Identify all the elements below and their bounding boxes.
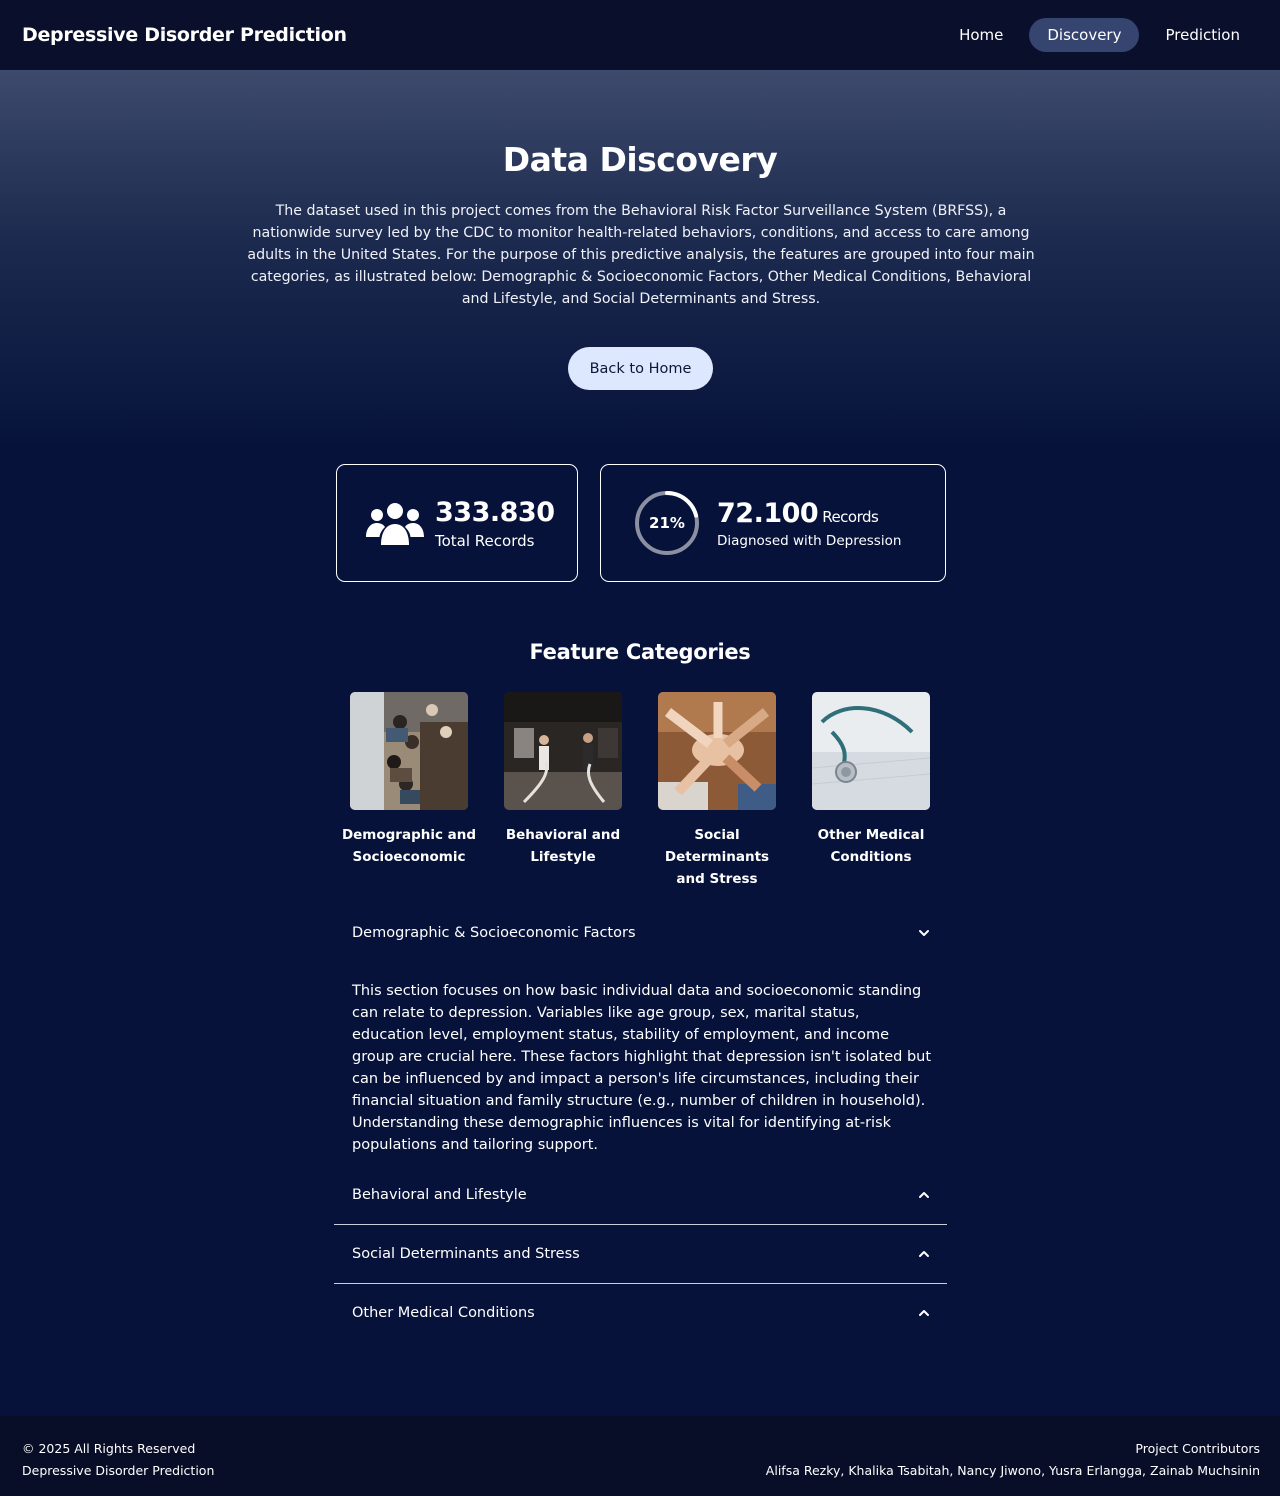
depression-progress-ring: 21% bbox=[633, 489, 701, 557]
category-demographic[interactable]: Demographic and Socioeconomic bbox=[332, 692, 486, 868]
category-line: Demographic and bbox=[341, 827, 477, 843]
category-line: Conditions bbox=[830, 849, 912, 865]
crowd-photo bbox=[350, 692, 468, 810]
category-line: and Stress bbox=[676, 871, 758, 887]
category-line: Lifestyle bbox=[530, 849, 596, 865]
nav-link-home[interactable]: Home bbox=[941, 18, 1021, 52]
footer-left: © 2025 All Rights Reserved Depressive Di… bbox=[22, 1438, 214, 1496]
accordion-divider bbox=[334, 1224, 947, 1225]
accordion-title: Other Medical Conditions bbox=[352, 1305, 535, 1321]
category-label-demographic: Demographic and Socioeconomic bbox=[332, 824, 486, 868]
nav-link-prediction[interactable]: Prediction bbox=[1147, 18, 1258, 52]
total-records-text: 333.830 Total Records bbox=[435, 496, 555, 550]
stethoscope-photo bbox=[812, 692, 930, 810]
total-records-card: 333.830 Total Records bbox=[336, 464, 578, 582]
accordion-header-social[interactable]: Social Determinants and Stress bbox=[334, 1233, 947, 1275]
depression-records-text: 72.100 Records Diagnosed with Depression bbox=[717, 498, 901, 549]
depression-percent: 21% bbox=[649, 514, 685, 532]
depression-records-value: 72.100 bbox=[717, 497, 819, 529]
feature-categories-title: Feature Categories bbox=[529, 640, 751, 664]
category-label-social: Social Determinants and Stress bbox=[640, 824, 794, 890]
nav-links: Home Discovery Prediction bbox=[941, 18, 1258, 52]
page-title: Data Discovery bbox=[502, 140, 778, 179]
chevron-up-icon bbox=[919, 1251, 929, 1257]
category-behavioral[interactable]: Behavioral and Lifestyle bbox=[486, 692, 640, 868]
category-line: Social Determinants bbox=[664, 827, 770, 865]
category-line: Socioeconomic bbox=[352, 849, 466, 865]
category-label-behavioral: Behavioral and Lifestyle bbox=[486, 824, 640, 868]
intro-text: The dataset used in this project comes f… bbox=[247, 203, 1035, 307]
category-medical[interactable]: Other Medical Conditions bbox=[794, 692, 948, 868]
footer-right: Project Contributors Alifsa Rezky, Khali… bbox=[766, 1438, 1260, 1496]
depression-records-number: 72.100 Records bbox=[717, 498, 901, 529]
accordion-header-medical[interactable]: Other Medical Conditions bbox=[334, 1292, 947, 1334]
navbar: Depressive Disorder Prediction Home Disc… bbox=[0, 0, 1280, 70]
users-icon bbox=[366, 503, 424, 545]
gym-photo bbox=[504, 692, 622, 810]
total-records-value: 333.830 bbox=[435, 496, 555, 528]
accordion-title: Behavioral and Lifestyle bbox=[352, 1187, 527, 1203]
chevron-down-icon bbox=[919, 930, 929, 936]
depression-records-unit: Records bbox=[822, 507, 879, 526]
back-to-home-button[interactable]: Back to Home bbox=[568, 347, 713, 390]
category-social[interactable]: Social Determinants and Stress bbox=[640, 692, 794, 890]
accordion-header-demographic[interactable]: Demographic & Socioeconomic Factors bbox=[334, 912, 947, 954]
footer: © 2025 All Rights Reserved Depressive Di… bbox=[0, 1416, 1280, 1496]
accordion-title: Social Determinants and Stress bbox=[352, 1246, 580, 1262]
hands-photo bbox=[658, 692, 776, 810]
total-records-label: Total Records bbox=[435, 531, 535, 550]
footer-copyright: © 2025 All Rights Reserved bbox=[22, 1441, 196, 1456]
category-label-medical: Other Medical Conditions bbox=[794, 824, 948, 868]
chevron-up-icon bbox=[919, 1192, 929, 1198]
category-line: Other Medical bbox=[817, 827, 925, 843]
category-line: Behavioral and bbox=[505, 827, 621, 843]
footer-contributors-title: Project Contributors bbox=[1135, 1441, 1260, 1456]
depression-records-label: Diagnosed with Depression bbox=[717, 532, 902, 549]
footer-project: Depressive Disorder Prediction bbox=[22, 1463, 215, 1478]
chevron-up-icon bbox=[919, 1310, 929, 1316]
accordion-body-demographic: This section focuses on how basic indivi… bbox=[352, 983, 932, 1153]
brand-title[interactable]: Depressive Disorder Prediction bbox=[22, 24, 347, 46]
accordion-header-behavioral[interactable]: Behavioral and Lifestyle bbox=[334, 1174, 947, 1216]
nav-link-discovery[interactable]: Discovery bbox=[1029, 18, 1140, 52]
accordion-divider bbox=[334, 1283, 947, 1284]
footer-contributors: Alifsa Rezky, Khalika Tsabitah, Nancy Ji… bbox=[765, 1463, 1260, 1478]
accordion-title: Demographic & Socioeconomic Factors bbox=[352, 925, 636, 941]
depression-records-card: 21% 72.100 Records Diagnosed with Depress… bbox=[600, 464, 946, 582]
